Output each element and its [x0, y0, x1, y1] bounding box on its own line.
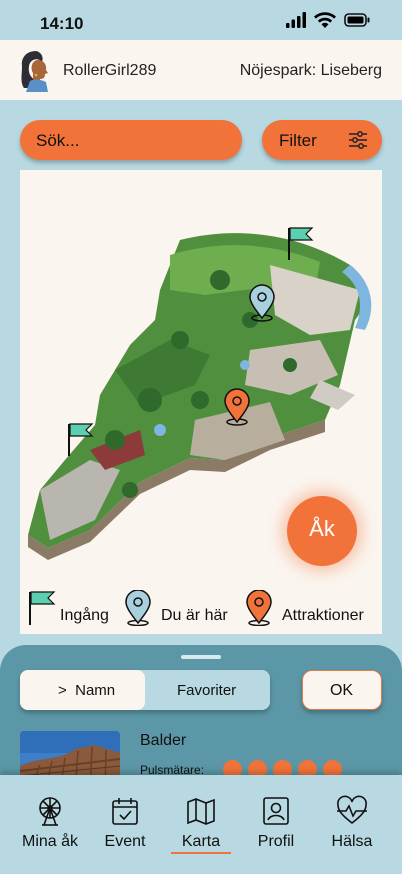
ferris-wheel-icon [39, 797, 61, 826]
search-placeholder: Sök... [36, 131, 80, 150]
filter-label: Filter [279, 131, 317, 150]
nav-item-karta[interactable]: Karta [161, 795, 241, 851]
tab-name-label: > Namn [58, 682, 115, 699]
ok-button-label: OK [329, 682, 354, 699]
nav-label: Karta [181, 833, 221, 850]
ok-button[interactable]: OK [302, 670, 382, 710]
status-bar: 14:10 [0, 0, 402, 40]
app-header: RollerGirl289 Nöjespark: Liseberg [0, 40, 402, 100]
ride-button-label: Åk [309, 516, 335, 541]
active-tab-indicator [171, 852, 231, 854]
ride-button[interactable]: Åk [287, 496, 357, 566]
avatar[interactable] [16, 48, 58, 92]
profile-icon [263, 797, 289, 825]
status-time: 14:10 [40, 14, 84, 33]
battery-icon [344, 13, 370, 27]
wifi-icon [314, 12, 336, 28]
attraction-pin-icon [246, 590, 272, 626]
avatar-icon [21, 51, 48, 92]
nav-label: Profil [257, 833, 295, 850]
map-icon [187, 798, 215, 825]
legend-attractions-label: Attraktioner [282, 607, 364, 624]
legend-entrance-label: Ingång [60, 607, 109, 624]
sheet-drag-handle[interactable] [181, 655, 221, 659]
location-pin-icon [125, 590, 151, 626]
nav-item-event[interactable]: Event [85, 795, 165, 851]
you-are-here-pin[interactable] [249, 284, 275, 322]
ride-name: Balder [140, 732, 187, 749]
nav-label: Mina åk [21, 833, 79, 850]
park-name: Nöjespark: Liseberg [239, 62, 382, 79]
sliders-icon [349, 131, 367, 149]
map-legend: Ingång Du är här Attraktioner [28, 590, 378, 630]
sort-segmented-control: > Namn Favoriter [20, 670, 270, 710]
tab-favorites[interactable]: Favoriter [177, 682, 236, 699]
signal-icon [286, 12, 306, 28]
username: RollerGirl289 [63, 62, 157, 79]
calendar-icon [112, 798, 138, 825]
legend-you-label: Du är här [161, 607, 228, 624]
heart-pulse-icon [337, 795, 367, 825]
status-icons [286, 12, 370, 28]
nav-item-profil[interactable]: Profil [236, 795, 316, 851]
attraction-pin[interactable] [224, 388, 250, 426]
chevron-right-icon: > [58, 682, 67, 699]
bottom-nav: Mina åk Event Karta Profil Hälsa [0, 775, 402, 874]
search-input[interactable]: Sök... [20, 120, 242, 160]
tab-name-text: Namn [75, 682, 116, 699]
nav-label: Hälsa [331, 833, 373, 850]
flag-icon [29, 591, 56, 625]
nav-label: Event [104, 833, 146, 850]
tab-name[interactable]: > Namn [20, 670, 145, 710]
filter-button[interactable]: Filter [262, 120, 382, 160]
nav-item-halsa[interactable]: Hälsa [312, 795, 392, 851]
nav-item-mina-ak[interactable]: Mina åk [10, 795, 90, 851]
